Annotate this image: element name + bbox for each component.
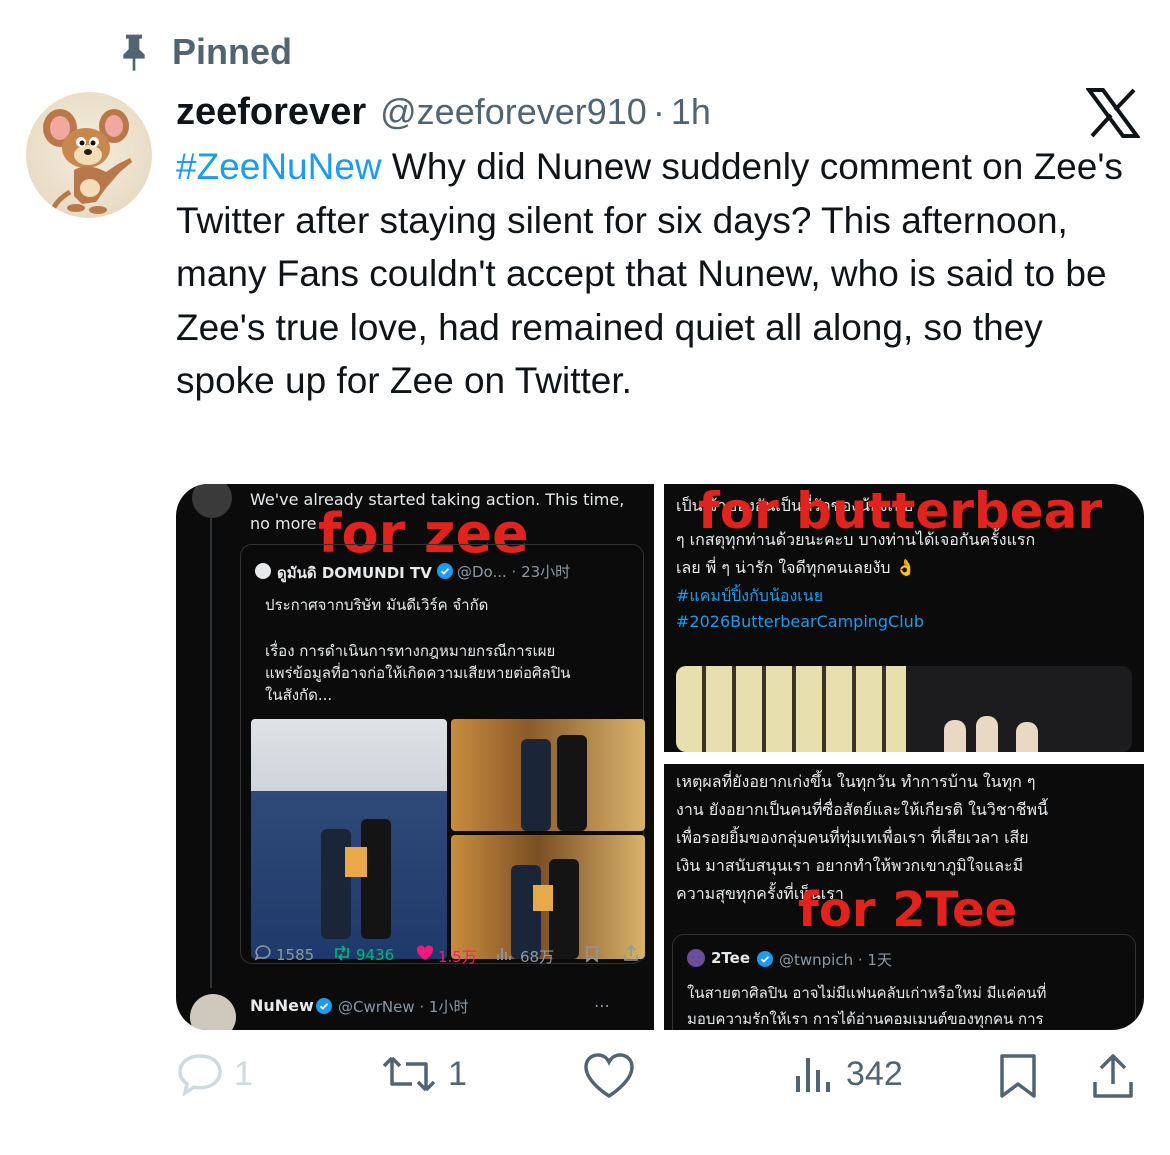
- quote-photo-2: [451, 719, 645, 831]
- pinned-label: Pinned: [172, 31, 293, 72]
- left-top-text-2: no more: [250, 514, 317, 533]
- views-button[interactable]: 342: [792, 1052, 903, 1096]
- reply-author-handle: @CwrNew · 1小时: [338, 998, 469, 1016]
- reply-stat-icon: [254, 945, 271, 961]
- verified-badge-icon: [316, 998, 332, 1014]
- tr-line-3: เลย พี่ ๆ น่ารัก ใจดีทุกคนเลยงับ 👌: [676, 558, 916, 577]
- br-quote-name: 2Tee: [711, 949, 751, 967]
- br-line-4: เงิน มาสนับสนุนเรา อยากทำให้พวกเขาภูมิใจ…: [676, 856, 1024, 875]
- br-line-3: เพื่อรอยยิ้มของกลุ่มคนที่ทุ่มเทเพื่อเรา …: [676, 828, 1029, 847]
- quote-photo-3: [451, 835, 645, 959]
- quote-line-1: ประกาศจากบริษัท มันดีเวิร์ค จำกัด: [265, 596, 489, 614]
- quote-author-name: ดูมันดิ DOMUNDI TV: [277, 564, 432, 582]
- views-stat-icon: [497, 948, 511, 960]
- media-image-top-right[interactable]: เป็นเจ้าของอันเป็นที่รักของน้องเนย for b…: [664, 484, 1144, 752]
- like-stat-icon: [416, 945, 434, 960]
- bookmark-button[interactable]: [996, 1052, 1040, 1100]
- share-stat-icon: [624, 944, 638, 961]
- repost-stat-icon: [335, 945, 349, 961]
- views-icon: [796, 1058, 830, 1092]
- tr-hashtag-1: #แคมป์ปิ้งกับน้องเนย: [676, 586, 824, 605]
- action-bar: 1 1 342: [0, 1052, 1170, 1108]
- share-icon: [1093, 1054, 1133, 1098]
- reply-count: 1: [234, 1054, 253, 1093]
- tr-hashtag-2: #2026ButterbearCampingClub: [676, 612, 924, 631]
- verified-badge-icon: [757, 951, 773, 967]
- verified-badge-icon: [437, 563, 453, 579]
- quote-author-handle: @Do... · 23小时: [457, 563, 571, 581]
- repost-icon: [382, 1056, 436, 1092]
- tr-line-2: ๆ เกสตุทุกท่านด้วยนะคะบ บางท่านได้เจอกัน…: [676, 530, 1036, 549]
- media-image-bottom-right[interactable]: เหตุผลที่ยังอยากเก่งขึ้น ในทุกวัน ทำการบ…: [664, 764, 1144, 1030]
- stat-views: 68万: [520, 948, 555, 966]
- media-grid[interactable]: We've already started taking action. Thi…: [176, 484, 1144, 1030]
- tweet-header: zeeforever @zeeforever910 · 1h: [176, 86, 711, 138]
- quote-line-4: ในสังกัด...: [265, 686, 333, 704]
- br-line-2: งาน ยังอยากเป็นคนที่ซื่อสัตย์และให้เกียร…: [676, 800, 1049, 819]
- like-button[interactable]: [582, 1052, 636, 1100]
- media-image-left[interactable]: We've already started taking action. Thi…: [176, 484, 654, 1030]
- stat-likes: 1.5万: [438, 948, 477, 966]
- user-handle[interactable]: @zeeforever910: [380, 91, 647, 133]
- x-logo-icon[interactable]: [1086, 88, 1140, 138]
- tweet-text: #ZeeNuNew Why did Nunew suddenly comment…: [176, 140, 1151, 408]
- br-quoted-post[interactable]: 2Tee @twnpich · 1天 ในสายตาศิลปิน อาจไม่ม…: [672, 934, 1136, 1030]
- more-icon: ⋯: [594, 996, 610, 1015]
- bookmark-icon: [1000, 1054, 1036, 1098]
- timestamp[interactable]: 1h: [671, 91, 711, 133]
- hashtag-link[interactable]: #ZeeNuNew: [176, 146, 382, 187]
- separator-dot: ·: [652, 91, 665, 132]
- heart-icon: [584, 1053, 634, 1099]
- quoted-post[interactable]: ดูมันดิ DOMUNDI TV @Do... · 23小时 ประกาศจ…: [240, 544, 645, 964]
- repost-count: 1: [448, 1054, 467, 1093]
- br-quote-handle: @twnpich · 1天: [779, 951, 892, 969]
- stat-replies: 1585: [276, 946, 315, 964]
- display-name[interactable]: zeeforever: [176, 91, 366, 134]
- quote-line-2: เรื่อง การดำเนินการทางกฎหมายกรณีการเผย: [265, 642, 556, 660]
- overlay-for-2tee: for 2Tee: [798, 882, 1018, 938]
- repost-button[interactable]: 1: [380, 1052, 467, 1096]
- quote-line-3: แพร่ข้อมูลที่อาจก่อให้เกิดความเสียหายต่อ…: [265, 664, 571, 682]
- tr-photo: [676, 666, 1132, 752]
- quote-photo-1: [251, 719, 447, 959]
- br-quote-line-1: ในสายตาศิลปิน อาจไม่มีแฟนคลับเก่าหรือใหม…: [687, 984, 1047, 1002]
- share-button[interactable]: [1090, 1052, 1136, 1100]
- pin-icon: [123, 34, 145, 71]
- br-quote-line-2: มอบความรักให้เรา การได้อ่านคอมเมนต์ของทุ…: [687, 1010, 1044, 1028]
- reply-button[interactable]: 1: [176, 1052, 253, 1096]
- br-line-1: เหตุผลที่ยังอยากเก่งขึ้น ในทุกวัน ทำการบ…: [676, 772, 1036, 791]
- avatar[interactable]: [26, 92, 152, 218]
- pinned-indicator: Pinned: [118, 30, 292, 74]
- views-count: 342: [846, 1054, 903, 1093]
- bookmark-stat-icon: [586, 946, 598, 963]
- stat-reposts: 9436: [356, 946, 395, 964]
- reply-author-name: NuNew: [250, 996, 314, 1015]
- reply-icon: [178, 1054, 222, 1096]
